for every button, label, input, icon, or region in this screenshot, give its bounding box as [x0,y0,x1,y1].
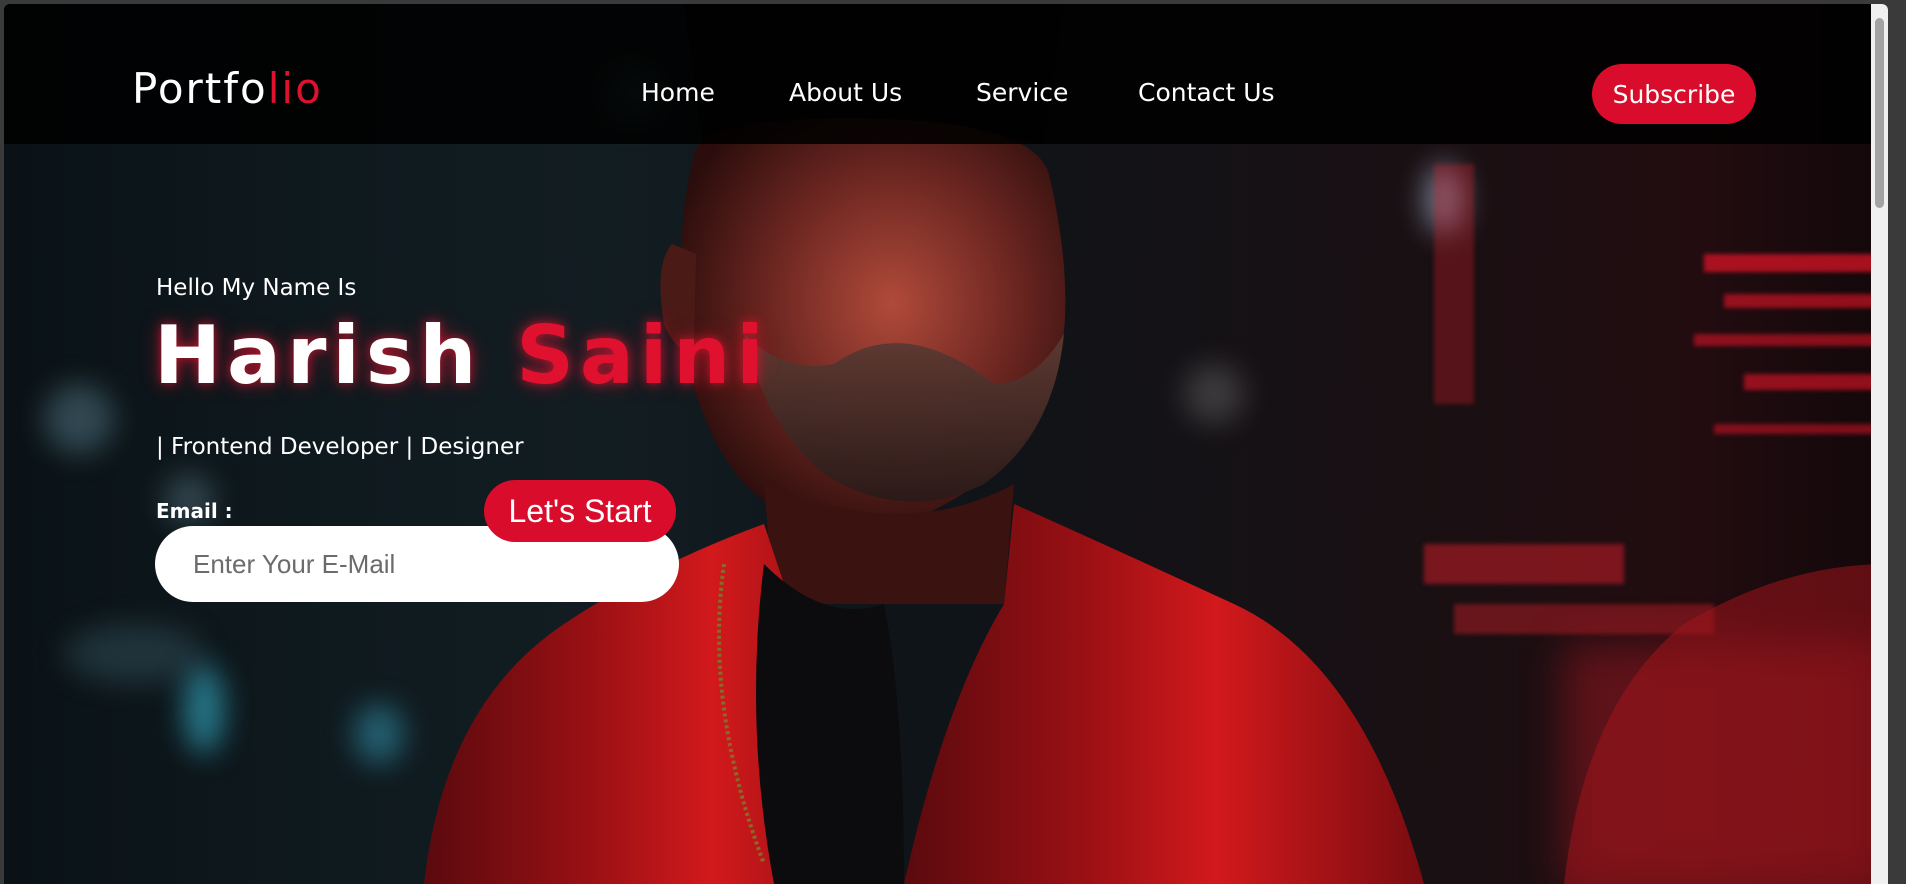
hero-tagline: | Frontend Developer | Designer [156,434,524,460]
nav-about-us[interactable]: About Us [789,78,902,107]
nav-home[interactable]: Home [641,78,715,107]
subscribe-button[interactable]: Subscribe [1592,64,1756,124]
hero-greeting: Hello My Name Is [156,275,357,301]
nav-service[interactable]: Service [976,78,1068,107]
hero-name: Harish Saini [154,316,770,396]
site-header: Portfolio Home About Us Service Contact … [4,4,1888,144]
nav-contact-us[interactable]: Contact Us [1138,78,1275,107]
lets-start-button[interactable]: Let's Start [484,480,676,542]
hero-first-name: Harish [154,309,483,402]
hero-last-name: Saini [516,309,770,402]
browser-viewport: Portfolio Home About Us Service Contact … [4,4,1888,884]
email-label: Email : [156,499,233,523]
page-scrollbar[interactable] [1871,4,1888,884]
scrollbar-thumb[interactable] [1875,18,1884,208]
